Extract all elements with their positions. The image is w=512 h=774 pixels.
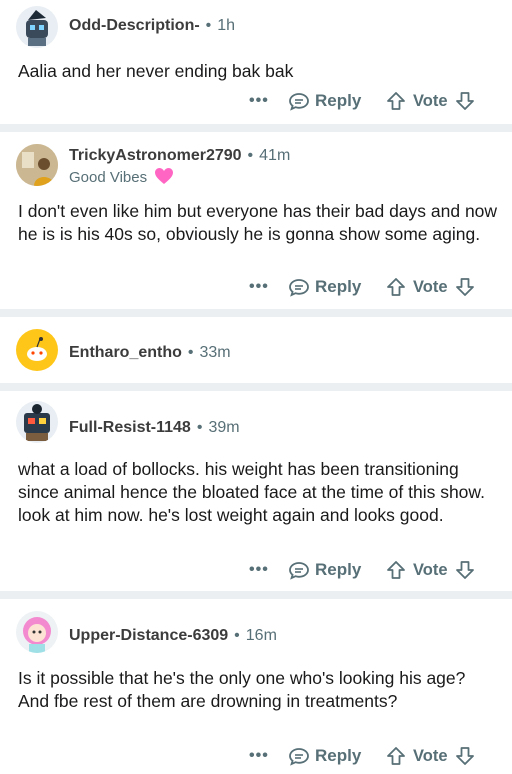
reply-icon bbox=[289, 562, 309, 580]
avatar[interactable] bbox=[16, 329, 58, 371]
separator-dot: • bbox=[196, 419, 203, 436]
avatar[interactable] bbox=[16, 611, 58, 653]
heart-icon bbox=[155, 168, 174, 184]
comment-separator bbox=[0, 383, 512, 391]
reply-label: Reply bbox=[315, 746, 362, 765]
vote-control: Vote bbox=[386, 272, 475, 302]
upvote-icon[interactable] bbox=[386, 560, 406, 580]
reply-icon bbox=[289, 93, 309, 111]
comment-meta: Upper-Distance-6309 • 16m bbox=[69, 626, 277, 646]
pink-hair-avatar-icon bbox=[23, 617, 51, 653]
reply-icon bbox=[289, 279, 309, 297]
vote-label: Vote bbox=[413, 560, 448, 579]
reply-button[interactable]: Reply bbox=[288, 555, 361, 585]
comment-actions: ••• Reply Vote bbox=[0, 86, 512, 116]
comment-actions: ••• Reply Vote bbox=[0, 272, 512, 302]
comment-meta: TrickyAstronomer2790 • 41m bbox=[69, 146, 290, 166]
separator-dot: • bbox=[234, 627, 240, 644]
separator-dot: • bbox=[205, 17, 212, 34]
comment-body: Is it possible that he's the only one wh… bbox=[18, 668, 466, 711]
upvote-icon[interactable] bbox=[386, 746, 406, 766]
vote-control: Vote bbox=[386, 86, 475, 116]
comment-2: TrickyAstronomer2790 • 41m Good Vibes I do… bbox=[0, 132, 512, 309]
reply-button[interactable]: Reply bbox=[288, 741, 361, 771]
reply-button[interactable]: Reply bbox=[288, 86, 361, 116]
downvote-icon[interactable] bbox=[455, 560, 475, 580]
upvote-icon[interactable] bbox=[386, 277, 406, 297]
separator-dot: • bbox=[247, 147, 254, 164]
timestamp: 41m bbox=[259, 147, 291, 164]
comment-5: Upper-Distance-6309 • 16m Is it possible t… bbox=[0, 599, 512, 774]
vote-control: Vote bbox=[386, 555, 475, 585]
more-options-button[interactable]: ••• bbox=[249, 748, 269, 764]
user-flair: Good Vibes bbox=[69, 167, 174, 188]
comment-meta: Entharo_entho • 33m bbox=[69, 343, 231, 363]
vote-label: Vote bbox=[413, 746, 448, 765]
robot-avatar-icon bbox=[24, 404, 50, 441]
username[interactable]: TrickyAstronomer2790 bbox=[69, 147, 242, 164]
vote-control: Vote bbox=[386, 741, 475, 771]
downvote-icon[interactable] bbox=[455, 91, 475, 111]
vote-label: Vote bbox=[413, 91, 448, 110]
downvote-icon[interactable] bbox=[455, 277, 475, 297]
comment-separator bbox=[0, 309, 512, 317]
comment-actions: ••• Reply Vote bbox=[0, 555, 512, 585]
snoo-avatar-icon bbox=[27, 337, 47, 361]
comment-body: what a load of bollocks. his weight has … bbox=[18, 459, 485, 525]
vote-label: Vote bbox=[413, 277, 448, 296]
reply-icon bbox=[289, 748, 309, 766]
reply-label: Reply bbox=[315, 91, 362, 110]
comment-actions: ••• Reply Vote bbox=[0, 741, 512, 771]
timestamp: 33m bbox=[199, 344, 231, 361]
comment-4: Full-Resist-1148 • 39m what a load of boll… bbox=[0, 391, 512, 591]
comment-separator bbox=[0, 591, 512, 599]
robot-avatar-icon bbox=[26, 10, 48, 46]
reply-button[interactable]: Reply bbox=[288, 272, 361, 302]
username[interactable]: Upper-Distance-6309 bbox=[69, 627, 228, 644]
more-options-button[interactable]: ••• bbox=[249, 93, 269, 109]
comment-3-collapsed[interactable]: Entharo_entho • 33m bbox=[0, 317, 512, 383]
username[interactable]: Full-Resist-1148 bbox=[69, 419, 191, 436]
downvote-icon[interactable] bbox=[455, 746, 475, 766]
timestamp: 39m bbox=[208, 419, 240, 436]
upvote-icon[interactable] bbox=[386, 91, 406, 111]
comment-1: Odd-Description- • 1h Aalia and her never … bbox=[0, 0, 512, 124]
avatar[interactable] bbox=[16, 6, 58, 48]
avatar[interactable] bbox=[16, 144, 58, 186]
username[interactable]: Entharo_entho bbox=[69, 344, 182, 361]
more-options-button[interactable]: ••• bbox=[249, 279, 269, 295]
comment-body: Aalia and her never ending bak bak bbox=[18, 61, 294, 81]
separator-dot: • bbox=[187, 344, 194, 361]
avatar[interactable] bbox=[16, 401, 58, 443]
timestamp: 16m bbox=[245, 627, 277, 644]
username[interactable]: Odd-Description- bbox=[69, 17, 200, 34]
comment-meta: Odd-Description- • 1h bbox=[69, 16, 235, 36]
person-avatar-icon bbox=[16, 144, 58, 186]
reply-label: Reply bbox=[315, 277, 362, 296]
timestamp: 1h bbox=[217, 17, 236, 34]
comment-body: I don't even like him but everyone has t… bbox=[18, 201, 498, 244]
reply-label: Reply bbox=[315, 560, 362, 579]
more-options-button[interactable]: ••• bbox=[249, 562, 269, 578]
comment-meta: Full-Resist-1148 • 39m bbox=[69, 418, 240, 438]
comment-separator bbox=[0, 124, 512, 132]
flair-text: Good Vibes bbox=[69, 169, 148, 186]
